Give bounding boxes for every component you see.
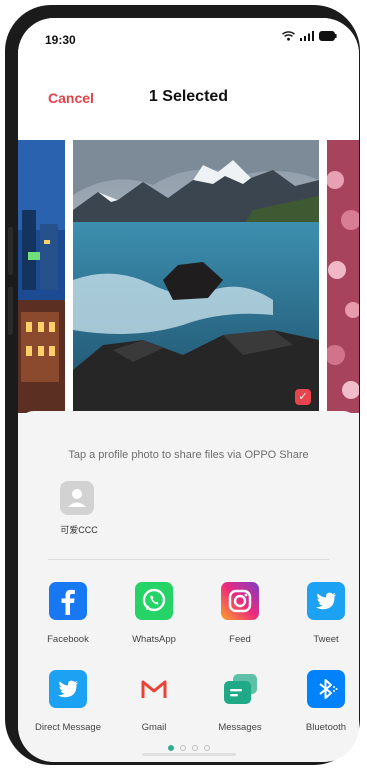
- header-bar: Cancel 1 Selected: [18, 58, 359, 124]
- instagram-icon: [221, 582, 259, 620]
- share-app-label: Messages: [218, 722, 262, 733]
- volume-button: [8, 227, 13, 275]
- share-app-direct-message[interactable]: Direct Message: [30, 670, 106, 733]
- share-sheet: Tap a profile photo to share files via O…: [18, 411, 359, 762]
- share-app-label: Direct Message: [35, 722, 101, 733]
- signal-icon: [300, 31, 314, 41]
- twitter-icon: [49, 670, 87, 708]
- share-app-label: Gmail: [141, 722, 167, 733]
- page-dot[interactable]: [203, 745, 210, 751]
- contact-avatar[interactable]: [60, 481, 94, 515]
- page-title: 1 Selected: [148, 88, 229, 105]
- share-app-feed[interactable]: Feed: [202, 582, 278, 645]
- phone-frame: 19:30 Cancel 1 Selected ✓ Tap a profile …: [5, 5, 360, 765]
- divider: [48, 559, 329, 560]
- person-icon: [68, 489, 86, 507]
- page-dot[interactable]: [191, 745, 198, 751]
- twitter-icon: [307, 582, 345, 620]
- whatsapp-icon: [135, 582, 173, 620]
- share-app-facebook[interactable]: Facebook: [30, 582, 106, 645]
- city-night-photo[interactable]: [18, 140, 65, 413]
- share-app-label: Tweet: [313, 634, 339, 645]
- contact-name[interactable]: 可爱CCC: [54, 523, 104, 536]
- lake-mountains-photo[interactable]: ✓: [73, 140, 319, 413]
- wifi-icon: [282, 31, 295, 41]
- bluetooth-icon: [307, 670, 345, 708]
- share-app-messages[interactable]: Messages: [202, 670, 278, 733]
- share-app-label: Feed: [229, 634, 251, 645]
- oppo-share-hint: Tap a profile photo to share files via O…: [68, 449, 309, 461]
- share-app-gmail[interactable]: Gmail: [116, 670, 192, 733]
- pink-flowers-photo[interactable]: [327, 140, 359, 413]
- selected-check-icon[interactable]: ✓: [295, 389, 311, 405]
- screen: 19:30 Cancel 1 Selected ✓ Tap a profile …: [18, 18, 359, 762]
- power-button: [8, 287, 13, 335]
- battery-icon: [319, 31, 337, 41]
- gmail-icon: [135, 670, 173, 708]
- page-dot[interactable]: [179, 745, 186, 751]
- share-app-label: Bluetooth: [305, 722, 347, 733]
- page-dot-active[interactable]: [167, 745, 174, 751]
- share-app-label: WhatsApp: [132, 634, 176, 645]
- status-bar: 19:30: [18, 18, 359, 58]
- home-indicator[interactable]: [142, 753, 236, 756]
- share-app-bluetooth[interactable]: Bluetooth: [288, 670, 359, 733]
- page-indicator: [18, 745, 359, 751]
- share-app-label: Facebook: [47, 634, 89, 645]
- photo-carousel[interactable]: ✓: [18, 124, 359, 414]
- share-app-tweet[interactable]: Tweet: [288, 582, 359, 645]
- facebook-icon: [49, 582, 87, 620]
- messages-icon: [221, 670, 259, 708]
- status-time: 19:30: [45, 33, 76, 47]
- share-app-whatsapp[interactable]: WhatsApp: [116, 582, 192, 645]
